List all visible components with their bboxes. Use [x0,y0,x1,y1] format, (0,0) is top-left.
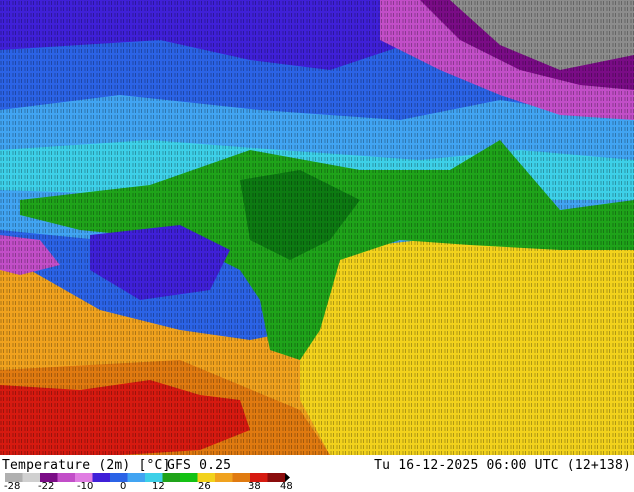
legend-swatch [215,473,233,482]
legend-tick: -10 [77,481,94,492]
legend-tick: 48 [280,481,293,492]
legend-tick: -28 [4,481,21,492]
temperature-map [0,0,634,455]
legend-tick: 26 [198,481,211,492]
legend-tick: 0 [120,481,127,492]
value-labels [0,0,634,455]
model-name: GFS 0.25 [167,458,232,473]
legend-tick: 12 [152,481,165,492]
legend-swatch [180,473,198,482]
map-title: Temperature (2m) [°C] [2,458,171,473]
legend-swatch [127,473,146,482]
valid-time: Tu 16-12-2025 06:00 UTC (12+138) [374,458,631,473]
legend-tick: -22 [38,481,55,492]
legend-tick: 38 [248,481,261,492]
legend-swatch [162,473,181,482]
legend-swatch [57,473,76,482]
legend-swatch [92,473,111,482]
